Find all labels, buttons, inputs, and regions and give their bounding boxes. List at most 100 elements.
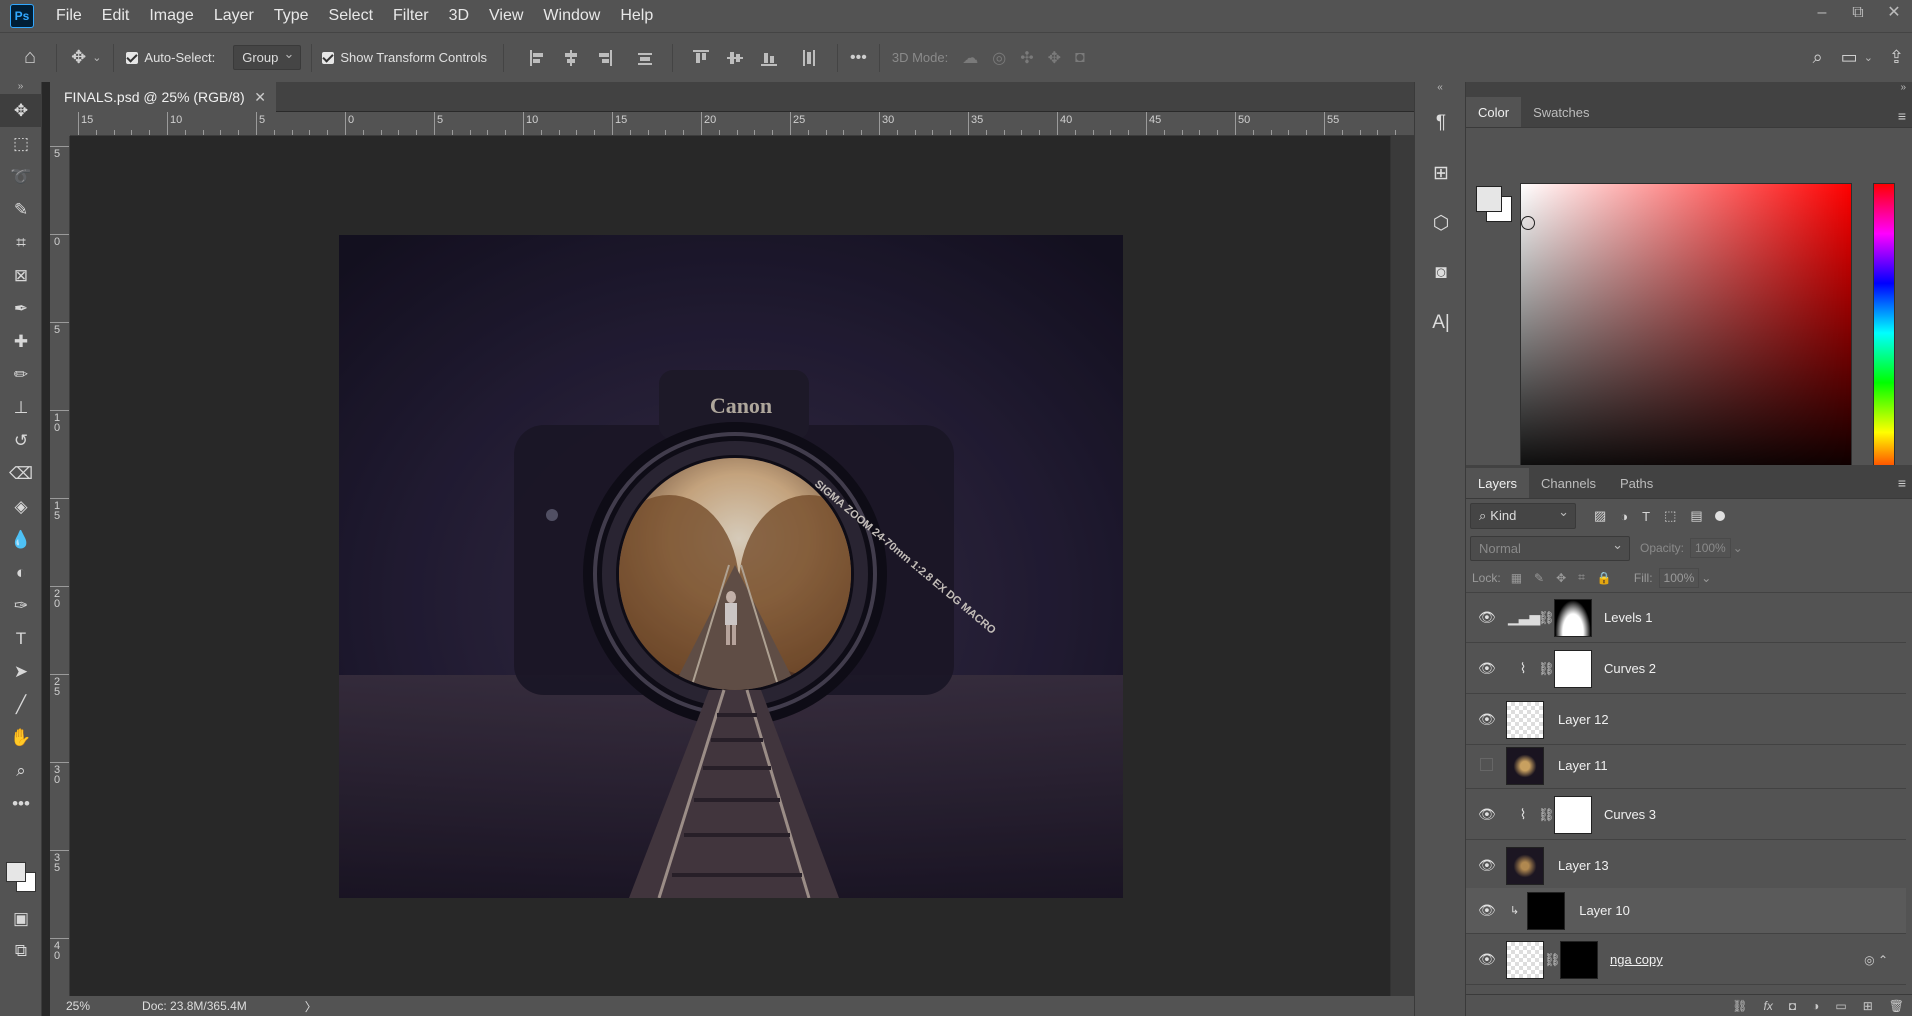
layer-row-layer-10[interactable]: 👁 ↳ Layer 10 bbox=[1466, 888, 1906, 934]
layer-row-layer-13[interactable]: 👁 Layer 13 bbox=[1466, 841, 1906, 891]
more-options-icon[interactable]: ••• bbox=[850, 49, 867, 67]
line-tool-icon[interactable]: ╱ bbox=[0, 688, 42, 721]
3d-orbit-icon[interactable]: ☁ bbox=[962, 48, 978, 68]
filter-smart-object-icon[interactable]: ▤ bbox=[1690, 508, 1702, 524]
new-group-icon[interactable]: ▭ bbox=[1835, 999, 1846, 1013]
color-panel-foreground[interactable] bbox=[1476, 186, 1502, 212]
collapse-toolbar-icon[interactable]: » bbox=[0, 82, 41, 94]
lock-pixels-icon[interactable]: ✎ bbox=[1534, 571, 1544, 585]
move-tool-icon[interactable]: ✥ bbox=[71, 47, 86, 68]
glyphs-icon[interactable]: ⊞ bbox=[1415, 148, 1467, 198]
lock-artboard-icon[interactable]: ⌗ bbox=[1578, 570, 1585, 585]
link-icon[interactable]: ⛓ bbox=[1538, 661, 1555, 677]
align-middle-icon[interactable] bbox=[727, 50, 744, 66]
zoom-tool-icon[interactable]: ⌕ bbox=[0, 754, 42, 787]
delete-layer-icon[interactable]: 🗑 bbox=[1889, 999, 1904, 1013]
layer-thumbnail[interactable] bbox=[1506, 846, 1544, 885]
link-icon[interactable]: ⛓ bbox=[1538, 807, 1555, 823]
healing-brush-icon[interactable]: ✚ bbox=[0, 325, 42, 358]
eye-icon[interactable]: 👁 bbox=[1478, 902, 1496, 919]
eye-icon[interactable]: 👁 bbox=[1478, 711, 1496, 728]
layer-name[interactable]: Curves 2 bbox=[1604, 661, 1656, 676]
menu-layer[interactable]: Layer bbox=[204, 0, 264, 32]
eye-icon[interactable]: 👁 bbox=[1478, 806, 1496, 823]
layer-mask-thumbnail[interactable] bbox=[1560, 940, 1598, 979]
filter-toggle-icon[interactable] bbox=[1714, 511, 1725, 521]
menu-file[interactable]: File bbox=[46, 0, 92, 32]
new-adjustment-icon[interactable]: ◑ bbox=[1812, 999, 1819, 1013]
pen-tool-icon[interactable]: ✑ bbox=[0, 589, 42, 622]
crop-tool-icon[interactable]: ⌗ bbox=[0, 226, 42, 259]
3d-icon[interactable]: ⬡ bbox=[1415, 198, 1467, 248]
layer-name[interactable]: Layer 12 bbox=[1558, 712, 1609, 727]
layer-mask-thumbnail[interactable] bbox=[1554, 795, 1592, 834]
align-top-icon[interactable] bbox=[693, 49, 710, 66]
opacity-field[interactable]: 100% bbox=[1690, 538, 1731, 558]
layer-name[interactable]: Layer 10 bbox=[1579, 903, 1630, 918]
menu-image[interactable]: Image bbox=[139, 0, 203, 32]
layer-row-curves-3[interactable]: 👁 ⌇ ⛓ Curves 3 bbox=[1466, 790, 1906, 840]
layer-row-layer-12[interactable]: 👁 Layer 12 bbox=[1466, 695, 1906, 745]
zoom-level[interactable]: 25% bbox=[66, 999, 90, 1013]
tab-paths[interactable]: Paths bbox=[1608, 468, 1665, 498]
clone-stamp-icon[interactable]: ⊥ bbox=[0, 391, 42, 424]
layers-panel-menu-icon[interactable]: ≡ bbox=[1898, 475, 1906, 491]
3d-roll-icon[interactable]: ◎ bbox=[992, 48, 1006, 68]
filter-type-icon[interactable]: T bbox=[1642, 509, 1650, 524]
distribute-vertical-icon[interactable] bbox=[801, 49, 816, 66]
paragraph-icon[interactable]: ¶ bbox=[1415, 98, 1467, 148]
screen-mode-icon[interactable]: ⧉ bbox=[0, 934, 42, 967]
link-icon[interactable]: ⛓ bbox=[1544, 952, 1561, 968]
layer-name[interactable]: Layer 11 bbox=[1558, 758, 1608, 773]
layer-filter-kind[interactable]: ⌕ Kind bbox=[1470, 503, 1576, 529]
layer-mask-thumbnail[interactable] bbox=[1554, 598, 1592, 637]
menu-window[interactable]: Window bbox=[533, 0, 610, 32]
color-panel-menu-icon[interactable]: ≡ bbox=[1898, 108, 1906, 124]
align-bottom-icon[interactable] bbox=[761, 50, 778, 66]
menu-view[interactable]: View bbox=[479, 0, 533, 32]
eyedropper-tool-icon[interactable]: ✒ bbox=[0, 292, 42, 325]
tab-color[interactable]: Color bbox=[1466, 97, 1522, 127]
collapse-panels-icon[interactable]: » bbox=[1466, 82, 1912, 98]
eye-hidden-box[interactable] bbox=[1478, 757, 1494, 774]
paint-bucket-icon[interactable]: ◈ bbox=[0, 490, 42, 523]
smart-filter-icon[interactable]: ◎ ⌃ bbox=[1864, 953, 1888, 967]
3d-camera-icon[interactable]: ◘ bbox=[1075, 49, 1085, 67]
distribute-icon[interactable] bbox=[638, 50, 653, 66]
eye-icon[interactable]: 👁 bbox=[1478, 609, 1496, 626]
character-icon[interactable]: A| bbox=[1415, 298, 1467, 348]
menu-3d[interactable]: 3D bbox=[439, 0, 479, 32]
status-menu-arrow[interactable]: 〉 bbox=[305, 998, 317, 1015]
share-icon[interactable]: ⇪ bbox=[1889, 47, 1904, 68]
blend-mode-dropdown[interactable]: Normal bbox=[1470, 535, 1630, 561]
hand-tool-icon[interactable]: ✋ bbox=[0, 721, 42, 754]
link-icon[interactable]: ⛓ bbox=[1538, 610, 1555, 626]
document-tab[interactable]: FINALS.psd @ 25% (RGB/8) ✕ bbox=[50, 82, 276, 112]
edit-toolbar-icon[interactable]: ••• bbox=[0, 787, 42, 820]
quick-select-tool-icon[interactable]: ✎ bbox=[0, 193, 42, 226]
align-right-icon[interactable] bbox=[598, 49, 613, 66]
close-window-button[interactable]: ✕ bbox=[1876, 0, 1912, 26]
ruler-origin[interactable] bbox=[50, 112, 70, 136]
color-picker-field[interactable] bbox=[1520, 183, 1852, 483]
layer-name[interactable]: Levels 1 bbox=[1604, 610, 1652, 625]
filter-pixel-icon[interactable]: ▨ bbox=[1594, 508, 1606, 524]
menu-help[interactable]: Help bbox=[610, 0, 663, 32]
tab-layers[interactable]: Layers bbox=[1466, 468, 1530, 498]
add-mask-icon[interactable]: ◘ bbox=[1789, 999, 1796, 1013]
minimize-button[interactable]: – bbox=[1804, 0, 1840, 26]
brush-tool-icon[interactable]: ✏ bbox=[0, 358, 42, 391]
opacity-dropdown-icon[interactable]: ⌄ bbox=[1733, 541, 1743, 555]
3d-slide-icon[interactable]: ✥ bbox=[1048, 48, 1061, 68]
new-layer-icon[interactable]: ⊞ bbox=[1863, 999, 1873, 1013]
layer-row-levels-1[interactable]: 👁 ▁▃▅ ⛓ Levels 1 bbox=[1466, 593, 1906, 643]
menu-select[interactable]: Select bbox=[319, 0, 383, 32]
horizontal-ruler[interactable]: 15 10 5 0 5 10 15 20 25 30 35 40 45 50 55 bbox=[70, 112, 1414, 136]
home-icon[interactable]: ⌂ bbox=[24, 46, 36, 69]
vertical-ruler[interactable]: 5 0 5 1 0 1 5 2 0 2 5 3 0 3 5 4 0 bbox=[50, 136, 70, 996]
restore-button[interactable]: ⧉ bbox=[1840, 0, 1876, 26]
layer-row-layer-11[interactable]: Layer 11 bbox=[1466, 743, 1906, 789]
frame-tool-icon[interactable]: ⊠ bbox=[0, 259, 42, 292]
foreground-color-swatch[interactable] bbox=[6, 862, 26, 882]
color-picker-cursor[interactable] bbox=[1521, 216, 1535, 230]
